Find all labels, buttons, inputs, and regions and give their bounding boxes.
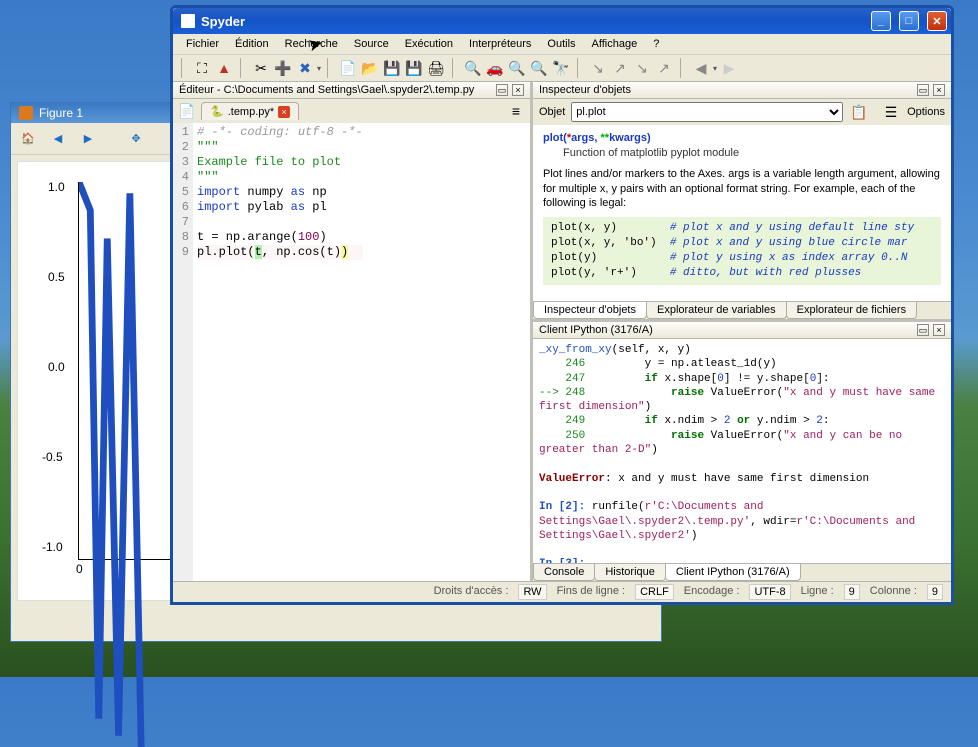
fwd-nav-icon[interactable]: ▶ [719, 58, 739, 78]
close-button[interactable]: ✕ [927, 11, 947, 31]
line-gutter: 1 2 3 4 5 6 7 8 9 [173, 123, 193, 581]
arrow3-icon[interactable]: ↘ [632, 58, 652, 78]
editor-tab-temp[interactable]: 🐍 .temp.py* × [201, 102, 299, 120]
arrow2-icon[interactable]: ↗ [610, 58, 630, 78]
status-col-label: Colonne : [866, 584, 921, 600]
ytick: 1.0 [48, 180, 65, 194]
run-icon[interactable]: ▲ [214, 58, 234, 78]
code-editor[interactable]: 1 2 3 4 5 6 7 8 9 # -*- coding: utf-8 -*… [173, 123, 530, 581]
ytick: 0.0 [48, 360, 65, 374]
status-line-value: 9 [844, 584, 860, 600]
titlebar[interactable]: Spyder _ □ ✕ [173, 8, 951, 34]
ytick: 0.5 [48, 270, 65, 284]
object-select[interactable]: pl.plot [571, 102, 843, 122]
options-label[interactable]: Options [907, 106, 945, 118]
xtick: 0 [76, 562, 83, 576]
status-col-value: 9 [927, 584, 943, 600]
menu-source[interactable]: Source [347, 36, 396, 52]
cut-icon[interactable]: ✂ [251, 58, 271, 78]
status-line-label: Ligne : [797, 584, 838, 600]
find-prev-icon[interactable]: 🔍 [529, 58, 549, 78]
maximize-button[interactable]: □ [899, 11, 919, 31]
new-file-icon[interactable]: 📄 [338, 58, 358, 78]
window-title: Spyder [201, 14, 245, 29]
menu-interpreteurs[interactable]: Interpréteurs [462, 36, 538, 52]
menu-affichage[interactable]: Affichage [585, 36, 645, 52]
add-icon[interactable]: ➕ [273, 58, 293, 78]
minimize-button[interactable]: _ [871, 11, 891, 31]
arrow4-icon[interactable]: ↗ [654, 58, 674, 78]
menu-fichier[interactable]: Fichier [179, 36, 226, 52]
python-file-icon: 🐍 [210, 105, 224, 118]
editor-tabstrip: 📄 🐍 .temp.py* × ≡ [173, 99, 530, 123]
arrow1-icon[interactable]: ↘ [588, 58, 608, 78]
menu-help[interactable]: ? [646, 36, 666, 52]
pane-close-icon[interactable]: × [933, 324, 945, 336]
options-icon[interactable]: ☰ [881, 102, 901, 122]
menu-outils[interactable]: Outils [540, 36, 582, 52]
tab-ipython-client[interactable]: Client IPython (3176/A) [665, 564, 801, 581]
status-eol-label: Fins de ligne : [553, 584, 629, 600]
lock-icon[interactable]: 📋 [849, 102, 869, 122]
pane-undock-icon[interactable]: ▭ [917, 84, 929, 96]
car-icon[interactable]: 🚗 [485, 58, 505, 78]
tab-inspector[interactable]: Inspecteur d'objets [533, 302, 647, 319]
pane-undock-icon[interactable]: ▭ [917, 324, 929, 336]
pane-undock-icon[interactable]: ▭ [496, 84, 508, 96]
back-nav-icon[interactable]: ◀ [691, 58, 711, 78]
fit-icon[interactable]: ⛶ [192, 58, 212, 78]
tab-list-icon[interactable]: ≡ [506, 101, 526, 121]
inspector-tabs: Inspecteur d'objets Explorateur de varia… [533, 301, 951, 319]
editor-tab-label: .temp.py* [228, 106, 274, 118]
inspector-toolbar: Objet pl.plot 📋 ☰ Options [533, 99, 951, 125]
tab-files[interactable]: Explorateur de fichiers [786, 302, 917, 319]
pane-close-icon[interactable]: × [512, 84, 524, 96]
figure-title-text: Figure 1 [39, 106, 83, 120]
find-next-icon[interactable]: 🔍 [507, 58, 527, 78]
back-icon[interactable]: ◀ [47, 128, 69, 150]
doc-viewer[interactable]: plot(*args, **kwargs) Function of matplo… [533, 125, 951, 301]
statusbar: Droits d'accès : RW Fins de ligne : CRLF… [173, 581, 951, 602]
settings-icon[interactable]: ✖ [295, 58, 315, 78]
open-file-icon[interactable]: 📂 [360, 58, 380, 78]
tab-console[interactable]: Console [533, 564, 595, 581]
spyder-app-icon [181, 14, 195, 28]
menubar: Fichier Édition Recherche Source Exécuti… [173, 34, 951, 55]
console-tabs: Console Historique Client IPython (3176/… [533, 563, 951, 581]
inspector-pane-header: Inspecteur d'objets ▭ × [533, 82, 951, 99]
status-encoding-value: UTF-8 [749, 584, 790, 600]
pan-icon[interactable]: ✥ [125, 128, 147, 150]
tab-history[interactable]: Historique [594, 564, 666, 581]
ytick: -0.5 [42, 450, 63, 464]
object-label: Objet [539, 106, 565, 118]
code-content: # -*- coding: utf-8 -*- """ Example file… [193, 123, 367, 581]
status-rights-label: Droits d'accès : [430, 584, 513, 600]
inspector-pane-title: Inspecteur d'objets [539, 84, 631, 96]
spyder-ide-window: Spyder _ □ ✕ ➤ Fichier Édition Recherche… [170, 5, 954, 605]
status-encoding-label: Encodage : [680, 584, 744, 600]
find-icon[interactable]: 🔍 [463, 58, 483, 78]
forward-icon[interactable]: ▶ [77, 128, 99, 150]
home-icon[interactable]: 🏠 [17, 128, 39, 150]
tab-close-icon[interactable]: × [278, 106, 290, 118]
menu-execution[interactable]: Exécution [398, 36, 460, 52]
pane-close-icon[interactable]: × [933, 84, 945, 96]
tab-variables[interactable]: Explorateur de variables [646, 302, 787, 319]
status-eol-value: CRLF [635, 584, 674, 600]
print-icon[interactable]: 🖨 [426, 58, 446, 78]
console-pane-title: Client IPython (3176/A) [539, 324, 653, 336]
figure-icon [19, 106, 33, 120]
ipython-console[interactable]: _xy_from_xy(self, x, y) 246 y = np.atlea… [533, 339, 951, 563]
save-icon[interactable]: 💾 [382, 58, 402, 78]
editor-pane-title: Éditeur - C:\Documents and Settings\Gael… [179, 84, 474, 96]
binoculars-icon[interactable]: 🔭 [551, 58, 571, 78]
save-all-icon[interactable]: 💾 [404, 58, 424, 78]
status-rights-value: RW [518, 584, 546, 600]
browse-tabs-icon[interactable]: 📄 [177, 101, 197, 121]
editor-pane-header: Éditeur - C:\Documents and Settings\Gael… [173, 82, 530, 99]
ytick: -1.0 [42, 540, 63, 554]
console-pane-header: Client IPython (3176/A) ▭ × [533, 322, 951, 339]
menu-edition[interactable]: Édition [228, 36, 276, 52]
main-toolbar: ⛶ ▲ ✂ ➕ ✖ ▾ 📄 📂 💾 💾 🖨 🔍 🚗 🔍 🔍 🔭 ↘ ↗ ↘ ↗ … [173, 55, 951, 82]
